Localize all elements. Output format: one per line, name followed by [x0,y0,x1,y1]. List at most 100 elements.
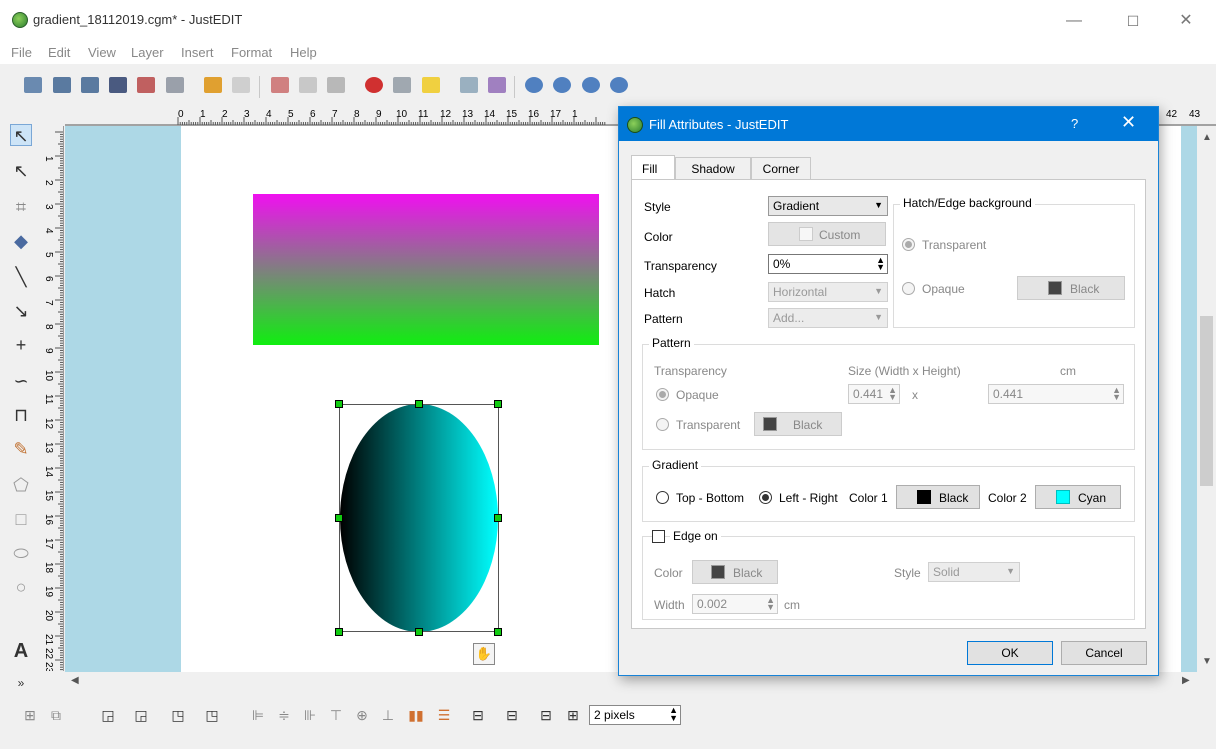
circle-icon[interactable]: ○ [10,576,32,598]
properties-icon[interactable] [393,77,411,93]
redo-icon[interactable] [232,77,250,93]
present-icon[interactable] [137,77,155,93]
resize-handle[interactable] [415,628,423,636]
tab-fill[interactable]: Fill [631,155,675,179]
menu-file[interactable]: File [11,45,32,60]
gradient-top-bottom-radio[interactable] [656,491,669,504]
edit-icon[interactable] [488,77,506,93]
hatch-transparent-radio[interactable] [902,238,915,251]
ungroup-icon[interactable]: ⧉ [48,707,64,723]
distribute-horizontal-icon[interactable]: ▮▮ [408,707,424,723]
scroll-left-icon[interactable]: ◀ [71,675,79,686]
scroll-down-icon[interactable]: ▼ [1202,656,1212,667]
paste-icon[interactable] [327,77,345,93]
align-middle-icon[interactable]: ⊕ [354,707,370,723]
resize-handle[interactable] [494,514,502,522]
hatch-select[interactable]: Horizontal ▼ [768,282,888,302]
spinner-arrows-icon[interactable]: ▲ ▼ [669,706,678,723]
arrow-line-icon[interactable]: ↘ [10,300,32,322]
new-icon[interactable] [24,77,42,93]
node-select-icon[interactable]: ↖ [10,160,32,182]
align-center-icon[interactable]: ≑ [276,707,292,723]
pattern-color-button[interactable]: Black [754,412,842,436]
vertical-scrollbar[interactable]: ▲ ▼ [1197,126,1216,672]
menu-edit[interactable]: Edit [48,45,70,60]
tab-corner[interactable]: Corner [751,157,811,179]
edge-width-spinner[interactable]: 0.002 ▲ ▼ [692,594,778,614]
send-backward-icon[interactable]: ◳ [170,707,186,723]
open-icon[interactable] [53,77,71,93]
rectangle-icon[interactable]: □ [10,508,32,530]
zoom-fit-icon[interactable] [582,77,600,93]
gradient-rectangle[interactable] [253,194,599,345]
spinner-arrows-icon[interactable]: ▲ ▼ [876,256,885,272]
hatch-opaque-radio[interactable] [902,282,915,295]
gradient-left-right-radio[interactable] [759,491,772,504]
style-select[interactable]: Gradient ▼ [768,196,888,216]
vertical-scroll-thumb[interactable] [1200,316,1213,486]
transparency-spinner[interactable]: 0% ▲ ▼ [768,254,888,274]
menu-view[interactable]: View [88,45,116,60]
cut-icon[interactable] [271,77,289,93]
spinner-arrows-icon[interactable]: ▲ ▼ [766,596,775,612]
line-width-spinner[interactable]: 2 pixels ▲ ▼ [589,705,681,725]
menu-format[interactable]: Format [231,45,272,60]
same-size-icon[interactable]: ⊟ [538,707,554,723]
arc-icon[interactable]: ∽ [10,370,32,392]
fill-color-button[interactable]: Custom [768,222,886,246]
spinner-arrows-icon[interactable]: ▲ ▼ [888,386,897,402]
fill-bucket-icon[interactable]: ◆ [10,230,32,252]
preview-icon[interactable] [460,77,478,93]
pattern-select[interactable]: Add... ▼ [768,308,888,328]
align-bottom-icon[interactable]: ⊥ [380,707,396,723]
smart-tag-icon[interactable]: ✋ [473,643,495,665]
menu-insert[interactable]: Insert [181,45,214,60]
tab-shadow[interactable]: Shadow [675,157,751,179]
help-button[interactable]: ? [1071,116,1078,131]
cancel-button[interactable]: Cancel [1061,641,1147,665]
pencil-icon[interactable]: ✎ [10,438,32,460]
ok-button[interactable]: OK [967,641,1053,665]
gradient-color2-button[interactable]: Cyan [1035,485,1121,509]
ellipse-icon[interactable]: ⬭ [10,542,32,564]
dialog-close-button[interactable]: ✕ [1121,112,1136,133]
group-icon[interactable]: ⊞ [22,707,38,723]
menu-help[interactable]: Help [290,45,317,60]
resize-handle[interactable] [335,628,343,636]
polygon-icon[interactable]: ⬠ [10,474,32,496]
save-icon[interactable] [81,77,99,93]
pattern-opaque-radio[interactable] [656,388,669,401]
send-back-icon[interactable]: ◳ [204,707,220,723]
zoom-in-icon[interactable] [525,77,543,93]
resize-handle[interactable] [494,400,502,408]
screen-icon[interactable] [109,77,127,93]
edge-style-select[interactable]: Solid ▼ [928,562,1020,582]
print-icon[interactable] [166,77,184,93]
zoom-out-icon[interactable] [553,77,571,93]
rectangle-fill-icon[interactable] [422,77,440,93]
same-height-icon[interactable]: ⊟ [504,707,520,723]
maximize-button[interactable]: ☐ [1113,10,1153,32]
stop-icon[interactable] [365,77,383,93]
align-top-icon[interactable]: ⊤ [328,707,344,723]
crosshair-icon[interactable]: + [10,334,32,356]
pattern-transparent-radio[interactable] [656,418,669,431]
pattern-height-spinner[interactable]: 0.441 ▲ ▼ [988,384,1124,404]
bring-front-icon[interactable]: ◲ [100,707,116,723]
gradient-color1-button[interactable]: Black [896,485,980,509]
select-arrow-icon[interactable]: ↖ [10,124,32,146]
copy-icon[interactable] [299,77,317,93]
crop-icon[interactable]: ⌗ [10,196,32,218]
undo-icon[interactable] [204,77,222,93]
edge-color-button[interactable]: Black [692,560,778,584]
spinner-arrows-icon[interactable]: ▲ ▼ [1112,386,1121,402]
text-icon[interactable]: A [10,640,32,662]
pattern-width-spinner[interactable]: 0.441 ▲ ▼ [848,384,900,404]
zoom-page-icon[interactable] [610,77,628,93]
hatch-color-button[interactable]: Black [1017,276,1125,300]
polyline-icon[interactable]: ⊓ [10,404,32,426]
align-left-icon[interactable]: ⊫ [250,707,266,723]
close-button[interactable]: ✕ [1166,10,1206,32]
menu-layer[interactable]: Layer [131,45,164,60]
minimize-button[interactable]: — [1054,10,1094,32]
